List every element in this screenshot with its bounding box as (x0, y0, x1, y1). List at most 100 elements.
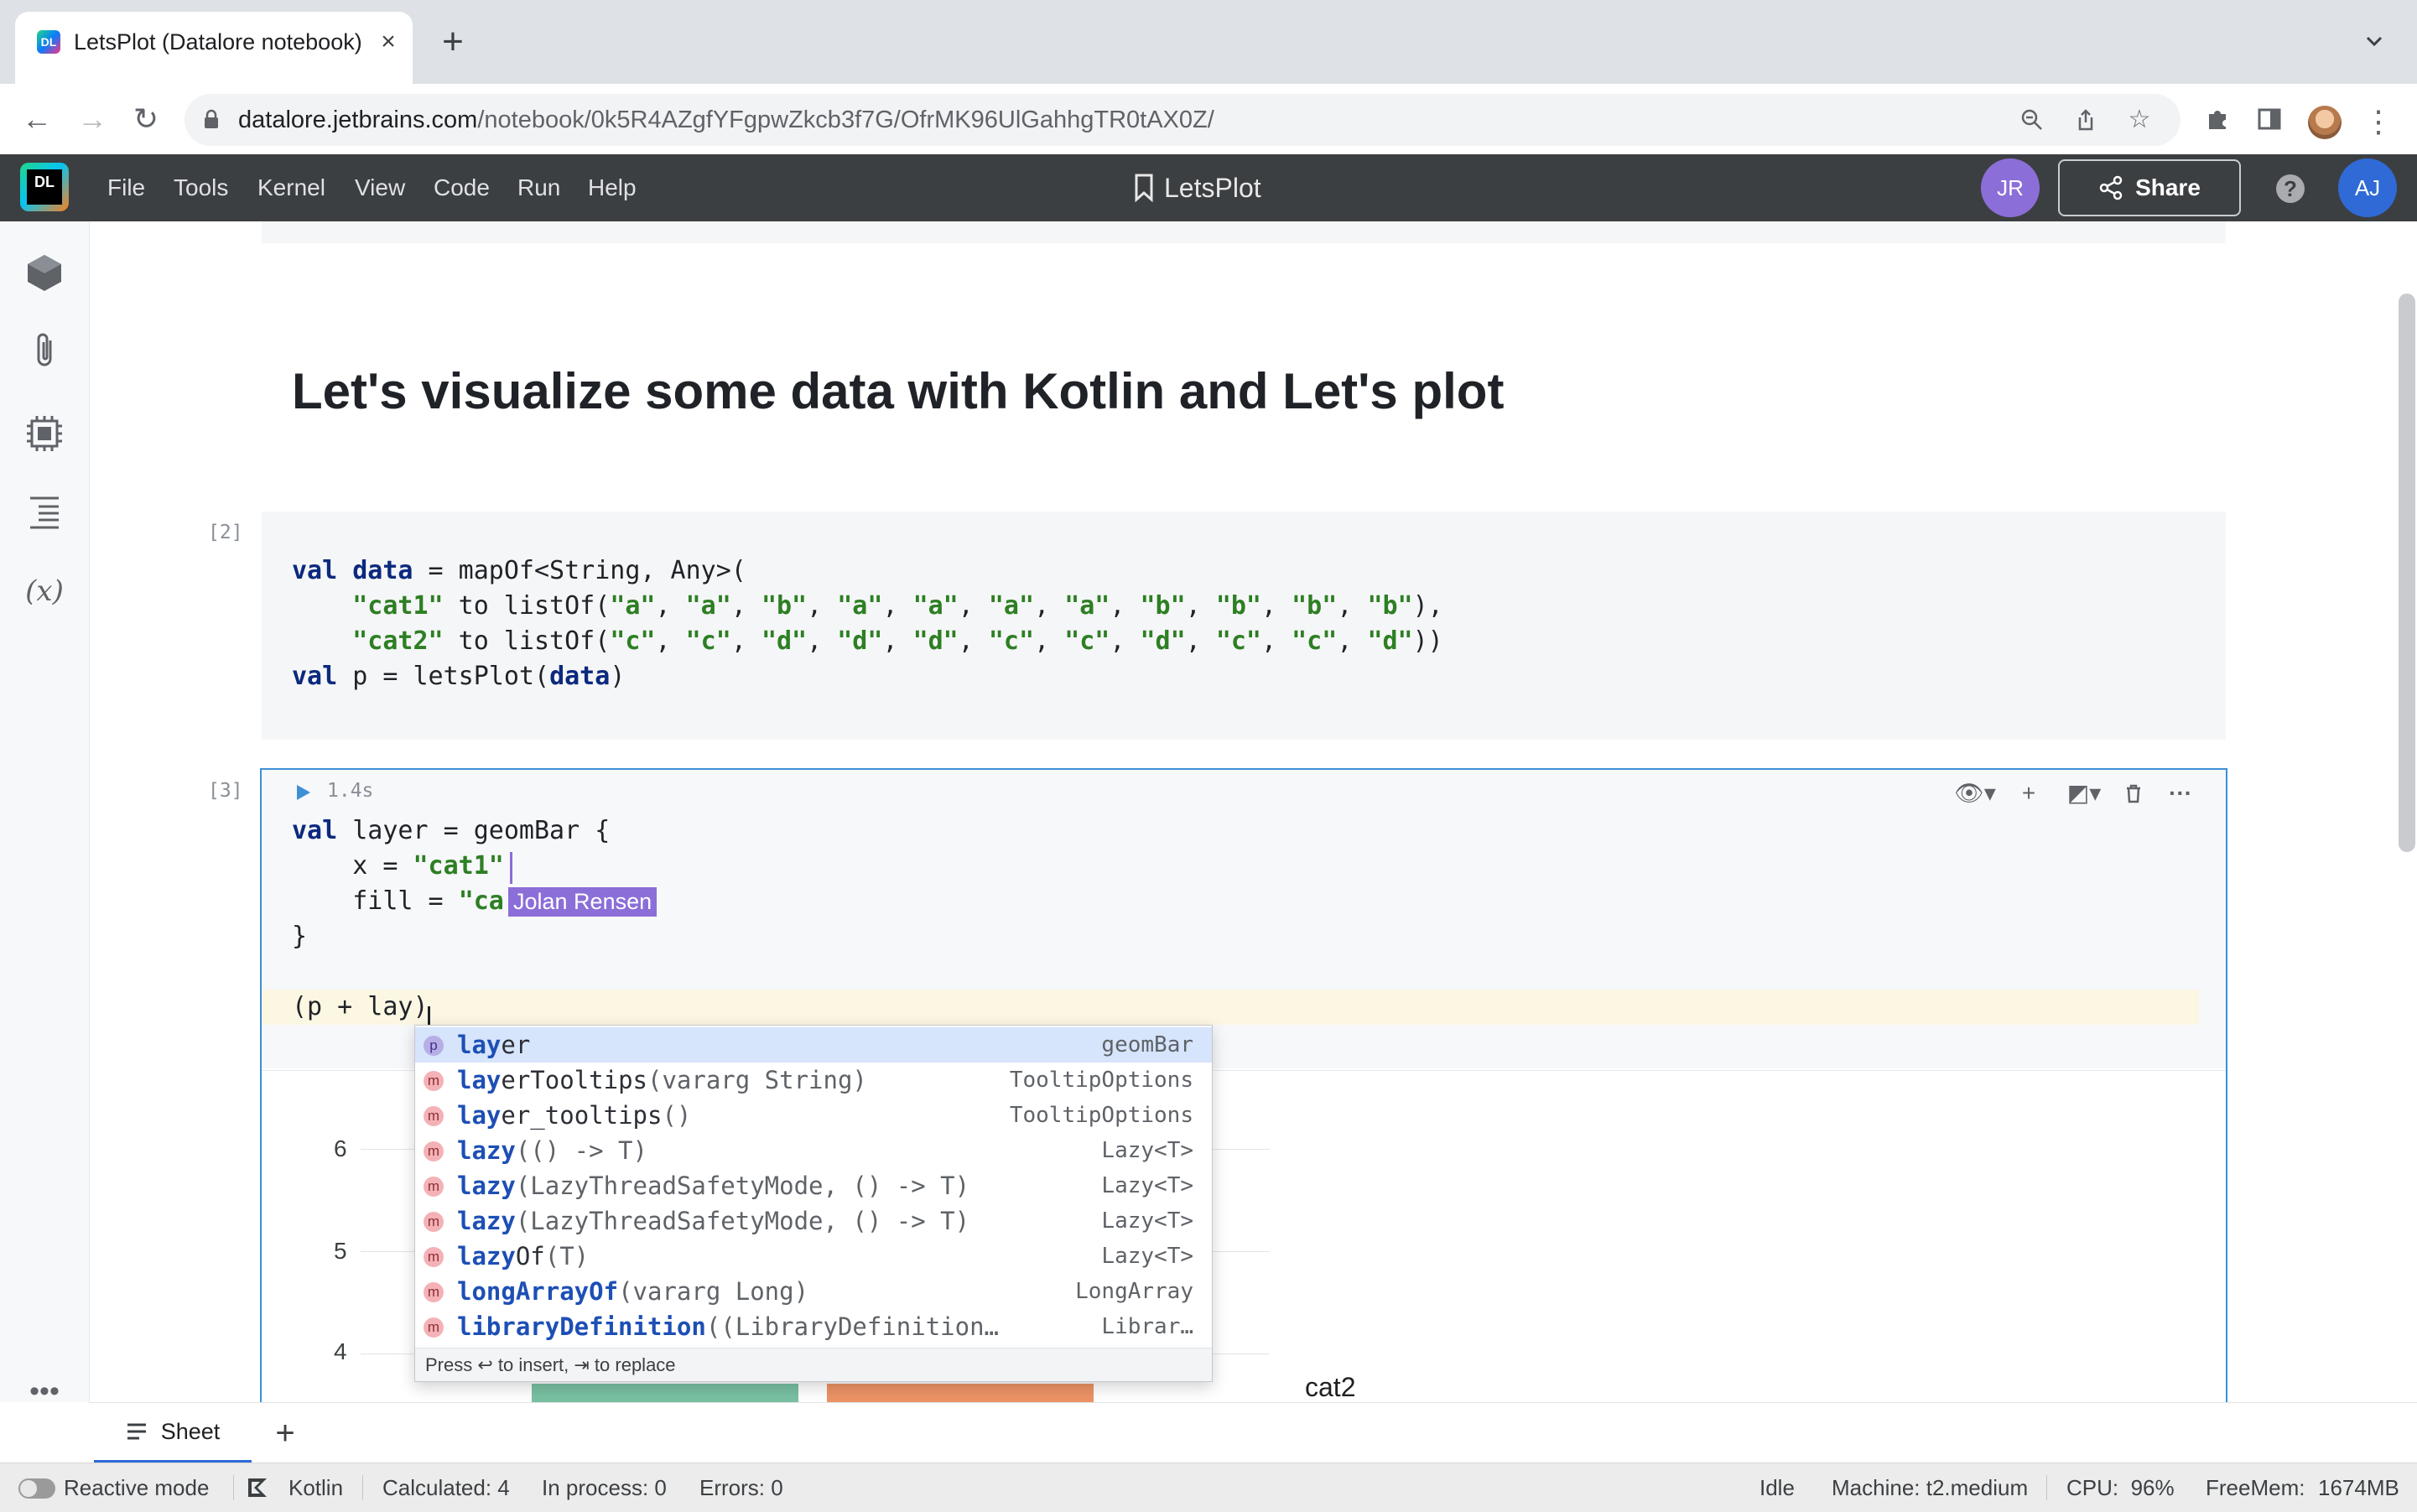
menu-help[interactable]: Help (588, 154, 637, 221)
workspace-cube-icon[interactable] (22, 250, 67, 295)
cell3-code[interactable]: val layer = geomBar { x = "cat1" fill = … (292, 813, 610, 1025)
forward-arrow-icon[interactable]: → (74, 101, 111, 138)
address-bar[interactable]: datalore.jetbrains.com/notebook/0k5R4AZg… (185, 94, 2180, 146)
tab-search-chevron-icon[interactable] (2362, 29, 2387, 54)
autocomplete-item[interactable]: m layerTooltips(vararg String) TooltipOpti… (415, 1063, 1212, 1098)
attachments-paperclip-icon[interactable] (22, 329, 67, 374)
code-text: , (958, 626, 989, 656)
menu-tools[interactable]: Tools (174, 154, 228, 221)
completion-rest: er_tooltips (501, 1101, 663, 1130)
autocomplete-item[interactable]: m libraryDefinition((LibraryDefinition… Li… (415, 1309, 1212, 1344)
autocomplete-item[interactable]: p layer geomBar (415, 1027, 1212, 1063)
menu-view[interactable]: View (355, 154, 405, 221)
delete-cell-trash-icon[interactable] (2122, 782, 2145, 805)
code-string: "b" (1292, 591, 1338, 621)
cell-visibility-eye-icon[interactable]: 👁▾ (1954, 778, 1996, 808)
zoom-icon[interactable] (2019, 107, 2045, 132)
completion-return-type: Lazy<T> (1101, 1244, 1193, 1269)
run-cell-play-icon[interactable] (294, 783, 312, 802)
completion-rest: erTooltips (501, 1066, 647, 1094)
machine-type[interactable]: Machine: t2.medium (1832, 1463, 2028, 1512)
chart-bar (532, 1384, 798, 1402)
autocomplete-item[interactable]: m lazy(() -> T) Lazy<T> (415, 1133, 1212, 1168)
completion-signature: (() -> T) (515, 1136, 647, 1165)
completion-return-type: geomBar (1101, 1032, 1193, 1057)
code-keyword: val (292, 662, 353, 691)
menu-file[interactable]: File (107, 154, 145, 221)
autocomplete-item[interactable]: m longArrayOf(vararg Long) LongArray (415, 1274, 1212, 1309)
browser-profile-avatar[interactable] (2308, 106, 2342, 139)
cell2-code[interactable]: val data = mapOf<String, Any>( "cat1" to… (292, 553, 1443, 694)
variables-x-icon[interactable]: (𝑥) (22, 569, 67, 614)
browser-tab[interactable]: DL LetsPlot (Datalore notebook) × (15, 12, 413, 84)
code-text: , (1337, 591, 1368, 621)
browser-menu-kebab-icon[interactable]: ⋮ (2363, 107, 2394, 138)
side-panel-icon[interactable] (2256, 106, 2283, 132)
autocomplete-item[interactable]: m lazy(LazyThreadSafetyMode, () -> T) Lazy… (415, 1168, 1212, 1203)
collaborator-avatar[interactable]: JR (1981, 158, 2040, 217)
menu-run[interactable]: Run (517, 154, 560, 221)
reactive-mode-toggle[interactable] (18, 1478, 55, 1499)
kernel-language[interactable]: Kotlin (288, 1463, 343, 1512)
code-line: } (292, 919, 610, 954)
cell-more-actions-icon[interactable]: ··· (2164, 778, 2197, 808)
menu-kernel[interactable]: Kernel (257, 154, 325, 221)
close-tab-icon[interactable]: × (376, 29, 401, 55)
share-button[interactable]: Share (2058, 159, 2241, 216)
browser-tab-strip: DL LetsPlot (Datalore notebook) × + (0, 0, 2417, 84)
autocomplete-item[interactable]: m layer_tooltips() TooltipOptions (415, 1098, 1212, 1133)
divider (362, 1475, 363, 1500)
environment-chip-icon[interactable] (22, 411, 67, 456)
menu-code[interactable]: Code (434, 154, 490, 221)
back-arrow-icon[interactable]: ← (18, 101, 55, 138)
completion-signature: (LazyThreadSafetyMode, () -> T) (515, 1172, 970, 1200)
status-bar: Reactive mode Kotlin Calculated: 4 In pr… (0, 1463, 2417, 1512)
sheet-lines-icon (127, 1423, 146, 1440)
extensions-puzzle-icon[interactable] (2204, 106, 2231, 132)
user-avatar[interactable]: AJ (2338, 158, 2397, 217)
more-tools-icon[interactable]: ••• (22, 1377, 67, 1424)
autocomplete-popup: p layer geomBar m layerTooltips(vararg Strin… (414, 1025, 1213, 1382)
property-kind-icon: p (424, 1036, 444, 1056)
execution-time: 1.4s (327, 780, 374, 802)
notebook-scrollbar[interactable] (2399, 294, 2415, 852)
code-text: , (1110, 626, 1141, 656)
bookmark-star-icon[interactable]: ☆ (2127, 107, 2152, 132)
outline-list-icon[interactable] (22, 490, 67, 535)
code-string: "c" (1215, 626, 1261, 656)
url-text[interactable]: datalore.jetbrains.com/notebook/0k5R4AZg… (238, 94, 1214, 146)
method-kind-icon: m (424, 1317, 444, 1338)
code-line: val p = letsPlot(data) (292, 659, 1443, 694)
datalore-logo[interactable]: DL (20, 163, 69, 211)
notebook-title-area[interactable]: LetsPlot (1134, 154, 1261, 221)
autocomplete-item[interactable]: m lazyOf(T) Lazy<T> (415, 1239, 1212, 1274)
autocomplete-item[interactable]: m lazy(LazyThreadSafetyMode, () -> T) Lazy… (415, 1203, 1212, 1239)
completion-signature: (T) (544, 1242, 590, 1270)
code-keyword: val (292, 816, 353, 845)
code-text: , (1034, 626, 1065, 656)
completion-signature: ((LibraryDefinition… (705, 1312, 1000, 1341)
code-string: "c" (610, 626, 656, 656)
help-icon[interactable]: ? (2276, 174, 2305, 203)
new-tab-button[interactable]: + (436, 23, 470, 60)
code-text: layer = geomBar { (352, 816, 611, 845)
share-page-icon[interactable] (2073, 107, 2098, 132)
completion-return-type: Librar… (1101, 1314, 1193, 1339)
code-text: , (1185, 591, 1216, 621)
divider (233, 1475, 234, 1500)
reload-icon[interactable]: ↻ (127, 101, 164, 138)
code-text: , (958, 591, 989, 621)
cell-type-icon[interactable]: ◩▾ (2063, 778, 2105, 808)
code-text: , (655, 626, 686, 656)
datalore-app-bar: DL File Tools Kernel View Code Run Help … (0, 154, 2417, 221)
sheet-tab[interactable]: Sheet (94, 1403, 252, 1463)
code-keyword: data (352, 556, 413, 585)
add-cell-plus-icon[interactable]: + (2016, 778, 2041, 808)
code-text: , (807, 626, 838, 656)
code-string: "d" (837, 626, 883, 656)
code-line: val data = mapOf<String, Any>( (292, 553, 1443, 589)
code-cell-2[interactable]: val data = mapOf<String, Any>( "cat1" to… (262, 512, 2226, 740)
add-sheet-button[interactable]: + (268, 1416, 302, 1450)
completion-signature: (vararg String) (647, 1066, 867, 1094)
matched-text: longArrayOf (457, 1277, 619, 1306)
